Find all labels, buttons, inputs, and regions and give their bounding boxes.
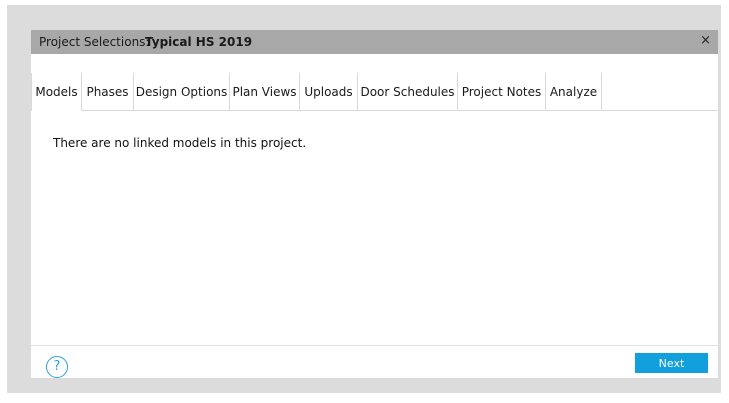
tab-bar: Models Phases Design Options Plan Views … [31, 73, 718, 111]
help-icon[interactable]: ? [46, 356, 68, 378]
empty-state-message: There are no linked models in this proje… [53, 136, 307, 150]
footer-divider [31, 345, 718, 346]
tab-label: Analyze [549, 84, 598, 99]
tab-door-schedules[interactable]: Door Schedules [358, 73, 458, 110]
next-button[interactable]: Next [635, 353, 708, 373]
tab-models[interactable]: Models [31, 73, 82, 111]
tab-project-notes[interactable]: Project Notes [458, 73, 546, 110]
project-selections-dialog: Project Selections: Typical HS 2019 × Mo… [31, 30, 718, 378]
tab-phases[interactable]: Phases [82, 73, 134, 110]
tab-label: Design Options [135, 84, 228, 99]
close-icon[interactable]: × [700, 33, 711, 48]
tab-uploads[interactable]: Uploads [300, 73, 358, 110]
dialog-title-prefix: Project Selections: [39, 35, 150, 49]
tab-label: Project Notes [461, 84, 542, 99]
tab-label: Models [35, 85, 78, 99]
tab-label: Uploads [304, 84, 353, 99]
tab-label: Door Schedules [360, 84, 455, 99]
tab-label: Plan Views [232, 84, 297, 99]
tab-label: Phases [86, 84, 129, 99]
tab-design-options[interactable]: Design Options [134, 73, 230, 110]
tab-analyze[interactable]: Analyze [546, 73, 602, 110]
dialog-project-name: Typical HS 2019 [145, 35, 253, 49]
dialog-titlebar: Project Selections: Typical HS 2019 × [31, 30, 718, 54]
tab-plan-views[interactable]: Plan Views [230, 73, 300, 110]
